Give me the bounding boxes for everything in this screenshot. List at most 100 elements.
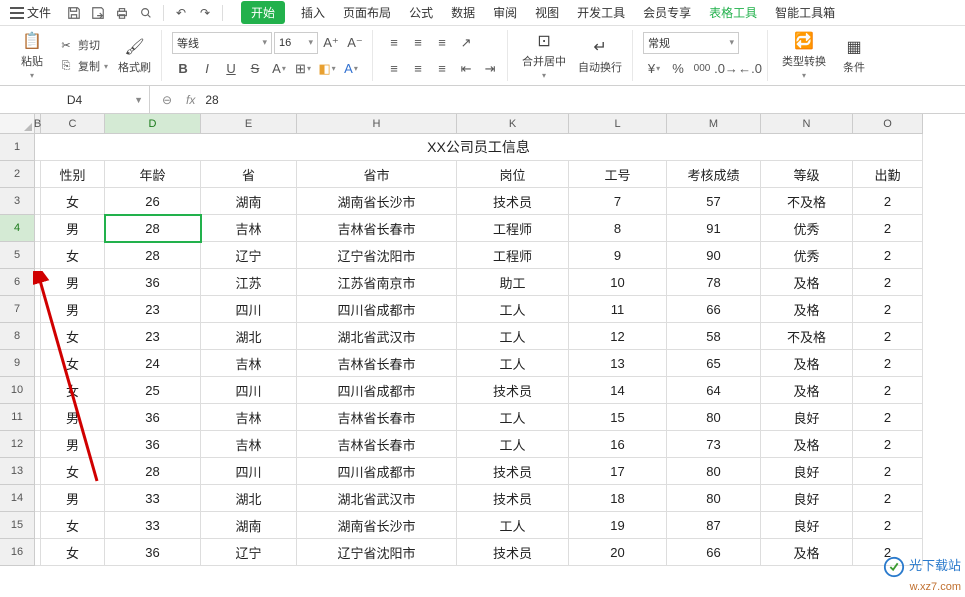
italic-button[interactable]: I bbox=[196, 58, 218, 80]
cell[interactable]: 2 bbox=[853, 377, 923, 404]
fx-label[interactable]: fx bbox=[186, 93, 195, 107]
cell[interactable]: 良好 bbox=[761, 458, 853, 485]
cell[interactable]: 技术员 bbox=[457, 539, 569, 566]
select-all-corner[interactable] bbox=[0, 114, 35, 134]
cell[interactable]: 23 bbox=[105, 323, 201, 350]
cell[interactable]: 工人 bbox=[457, 512, 569, 539]
valign-top-icon[interactable]: ≡ bbox=[383, 32, 405, 54]
bold-button[interactable]: B bbox=[172, 58, 194, 80]
cell[interactable]: 优秀 bbox=[761, 242, 853, 269]
cell[interactable]: 女 bbox=[41, 242, 105, 269]
cell[interactable]: 36 bbox=[105, 539, 201, 566]
font-name-select[interactable]: 等线▾ bbox=[172, 32, 272, 54]
cell[interactable]: 28 bbox=[105, 458, 201, 485]
col-header-N[interactable]: N bbox=[761, 114, 853, 134]
tab-smart-toolbox[interactable]: 智能工具箱 bbox=[773, 0, 837, 25]
header-cell[interactable]: 省 bbox=[201, 161, 297, 188]
cell[interactable]: 及格 bbox=[761, 539, 853, 566]
cell[interactable]: 良好 bbox=[761, 404, 853, 431]
cell[interactable]: 不及格 bbox=[761, 188, 853, 215]
border-button[interactable]: ⊞ bbox=[292, 58, 314, 80]
cell[interactable]: 2 bbox=[853, 512, 923, 539]
cell[interactable]: 80 bbox=[667, 404, 761, 431]
cell[interactable]: 技术员 bbox=[457, 377, 569, 404]
tab-layout[interactable]: 页面布局 bbox=[341, 0, 393, 25]
tab-devtools[interactable]: 开发工具 bbox=[575, 0, 627, 25]
print-preview-icon[interactable] bbox=[135, 2, 157, 24]
cell[interactable]: 80 bbox=[667, 485, 761, 512]
cell[interactable]: 2 bbox=[853, 188, 923, 215]
cell[interactable]: 工人 bbox=[457, 404, 569, 431]
cell[interactable]: 2 bbox=[853, 458, 923, 485]
cell[interactable]: 女 bbox=[41, 377, 105, 404]
font-grow-icon[interactable]: A⁺ bbox=[320, 32, 342, 54]
header-cell[interactable]: 工号 bbox=[569, 161, 667, 188]
cell[interactable]: 87 bbox=[667, 512, 761, 539]
cell[interactable]: 73 bbox=[667, 431, 761, 458]
cell[interactable]: 四川 bbox=[201, 296, 297, 323]
cell[interactable]: 11 bbox=[569, 296, 667, 323]
cell[interactable]: 工人 bbox=[457, 431, 569, 458]
cell[interactable]: 2 bbox=[853, 323, 923, 350]
paste-button[interactable]: 📋 粘贴 ▾ bbox=[12, 29, 52, 82]
cell[interactable]: 及格 bbox=[761, 431, 853, 458]
cell[interactable]: 湖南 bbox=[201, 512, 297, 539]
cell[interactable]: 男 bbox=[41, 215, 105, 242]
percent-icon[interactable]: % bbox=[667, 58, 689, 80]
number-format-select[interactable]: 常规▾ bbox=[643, 32, 739, 54]
cell[interactable]: 23 bbox=[105, 296, 201, 323]
col-header-K[interactable]: K bbox=[457, 114, 569, 134]
row-header[interactable]: 6 bbox=[0, 269, 35, 296]
cell[interactable]: 15 bbox=[569, 404, 667, 431]
col-header-D[interactable]: D bbox=[105, 114, 201, 134]
cell[interactable]: 湖北 bbox=[201, 485, 297, 512]
redo-icon[interactable]: ↷ bbox=[194, 2, 216, 24]
cell[interactable]: 男 bbox=[41, 296, 105, 323]
cell[interactable]: 2 bbox=[853, 296, 923, 323]
cell[interactable]: 36 bbox=[105, 269, 201, 296]
cell[interactable]: 女 bbox=[41, 188, 105, 215]
cell[interactable]: 江苏省南京市 bbox=[297, 269, 457, 296]
dec-inc-icon[interactable]: .0→ bbox=[715, 58, 737, 80]
row-header[interactable]: 5 bbox=[0, 242, 35, 269]
row-header[interactable]: 12 bbox=[0, 431, 35, 458]
cell[interactable]: 14 bbox=[569, 377, 667, 404]
cell[interactable]: 20 bbox=[569, 539, 667, 566]
cell[interactable]: 10 bbox=[569, 269, 667, 296]
cell[interactable]: 湖北省武汉市 bbox=[297, 485, 457, 512]
col-header-H[interactable]: H bbox=[297, 114, 457, 134]
cell[interactable]: 78 bbox=[667, 269, 761, 296]
header-cell[interactable]: 年龄 bbox=[105, 161, 201, 188]
font-color2-button[interactable]: A bbox=[340, 58, 362, 80]
align-left-icon[interactable]: ≡ bbox=[383, 58, 405, 80]
cell[interactable]: 80 bbox=[667, 458, 761, 485]
formula-value[interactable]: 28 bbox=[205, 93, 218, 107]
row-header[interactable]: 10 bbox=[0, 377, 35, 404]
tab-start[interactable]: 开始 bbox=[241, 1, 285, 24]
cell[interactable]: 吉林省长春市 bbox=[297, 215, 457, 242]
cell[interactable]: 不及格 bbox=[761, 323, 853, 350]
cell[interactable]: 男 bbox=[41, 485, 105, 512]
tab-insert[interactable]: 插入 bbox=[299, 0, 327, 25]
indent-dec-icon[interactable]: ⇤ bbox=[455, 58, 477, 80]
cell[interactable]: 65 bbox=[667, 350, 761, 377]
dec-dec-icon[interactable]: ←.0 bbox=[739, 58, 761, 80]
row-header[interactable]: 2 bbox=[0, 161, 35, 188]
cell[interactable]: 17 bbox=[569, 458, 667, 485]
row-header[interactable]: 15 bbox=[0, 512, 35, 539]
cell[interactable]: 湖南省长沙市 bbox=[297, 188, 457, 215]
cell[interactable]: 辽宁省沈阳市 bbox=[297, 242, 457, 269]
col-header-C[interactable]: C bbox=[41, 114, 105, 134]
cell[interactable]: 技术员 bbox=[457, 485, 569, 512]
font-shrink-icon[interactable]: A⁻ bbox=[344, 32, 366, 54]
cell[interactable]: 工人 bbox=[457, 350, 569, 377]
cell[interactable]: 湖南 bbox=[201, 188, 297, 215]
row-header[interactable]: 9 bbox=[0, 350, 35, 377]
cell[interactable]: 工程师 bbox=[457, 215, 569, 242]
print-icon[interactable] bbox=[111, 2, 133, 24]
cell[interactable]: 男 bbox=[41, 269, 105, 296]
cell[interactable]: 辽宁 bbox=[201, 242, 297, 269]
header-cell[interactable]: 等级 bbox=[761, 161, 853, 188]
row-header[interactable]: 8 bbox=[0, 323, 35, 350]
cell[interactable]: 9 bbox=[569, 242, 667, 269]
